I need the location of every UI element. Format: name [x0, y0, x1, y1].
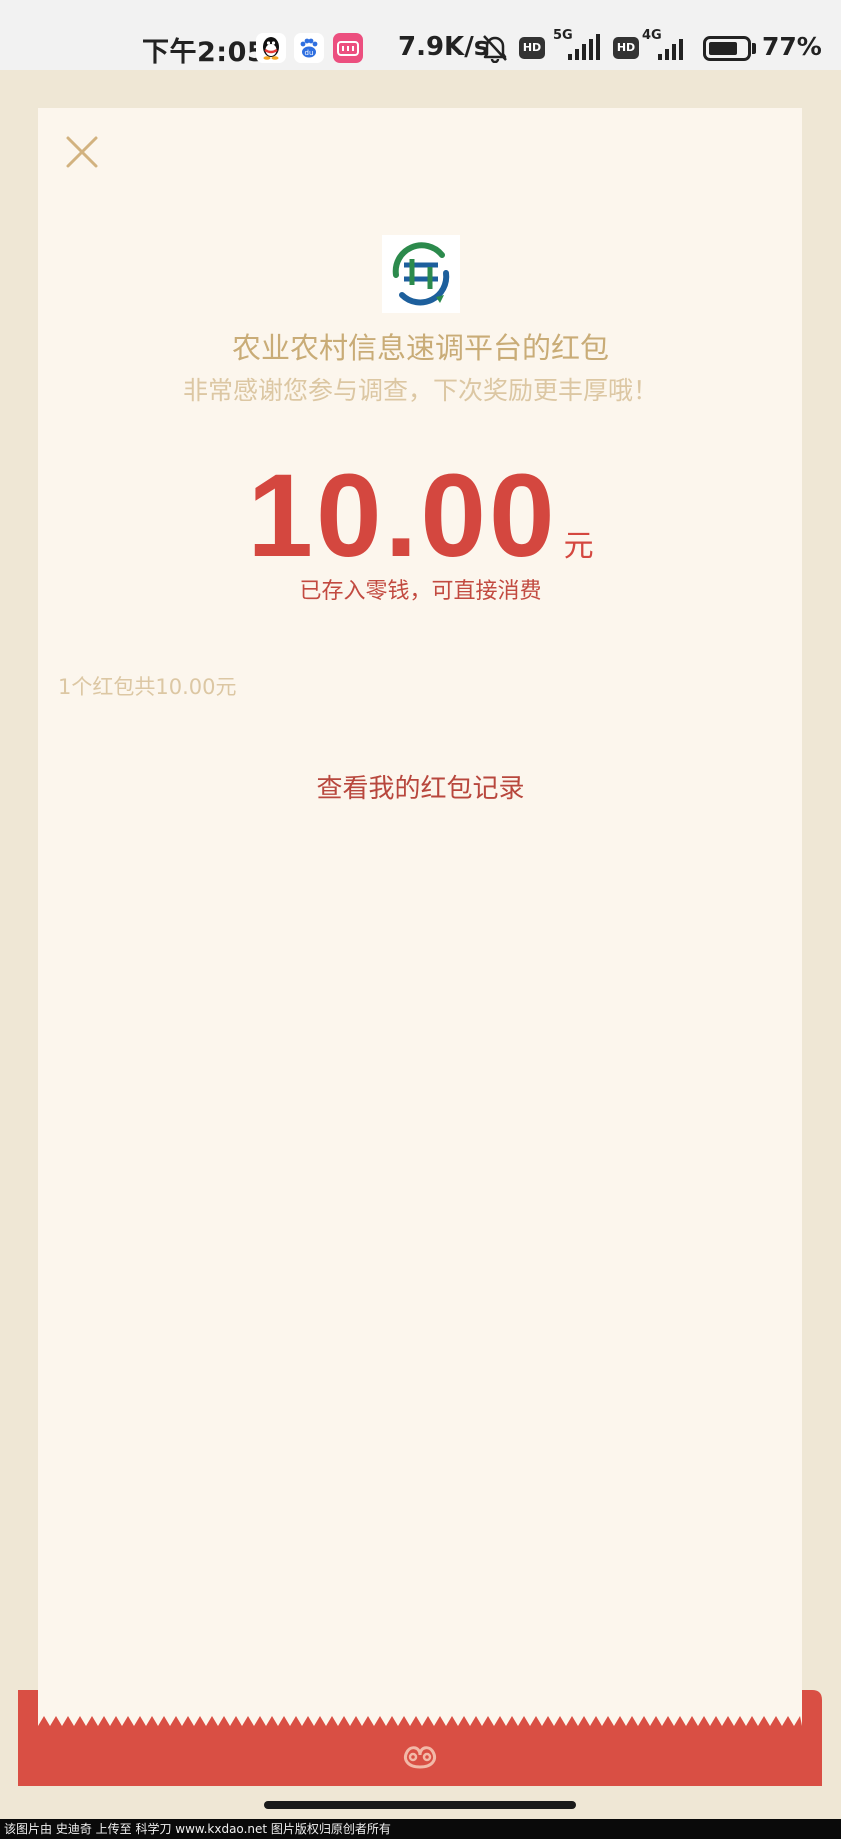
status-bar: 下午2:05 du 7.9K/s HD 5G HD 4G 77%	[0, 0, 841, 70]
hd-badge: HD	[519, 37, 545, 59]
bottom-red-strip	[18, 1690, 822, 1786]
stored-to-balance-note: 已存入零钱，可直接消费	[299, 579, 542, 604]
packet-summary: 1个红包共10.00元	[58, 675, 237, 699]
hd-badge: HD	[613, 37, 639, 59]
wechat-pay-logo-icon	[399, 1741, 441, 1771]
battery-percent: 77%	[762, 32, 822, 61]
amount-value: 10.00	[247, 450, 558, 582]
svg-text:du: du	[305, 49, 314, 57]
view-records-link[interactable]: 查看我的红包记录	[0, 768, 841, 805]
battery-icon	[703, 36, 751, 61]
baidu-icon: du	[294, 33, 324, 63]
signal-icon	[650, 34, 694, 62]
battery-tip	[752, 43, 756, 54]
signal-icon	[560, 34, 604, 62]
pink-app-icon	[333, 33, 363, 63]
platform-logo	[382, 235, 460, 313]
sender-message: 非常感谢您参与调查，下次奖励更丰厚哦！	[182, 376, 658, 405]
battery-fill	[709, 42, 737, 55]
status-time: 下午2:05	[142, 37, 267, 68]
qq-icon	[256, 33, 286, 63]
watermark: 该图片由 史迪奇 上传至 科学刀 www.kxdao.net 图片版权归原创者所…	[0, 1819, 841, 1839]
sender-title: 农业农村信息速调平台的红包	[231, 331, 609, 365]
amount-row: 10.00 元	[0, 448, 841, 584]
close-icon[interactable]	[64, 134, 100, 170]
network-speed: 7.9K/s	[398, 32, 490, 62]
gesture-bar[interactable]	[264, 1801, 576, 1809]
bell-muted-icon	[481, 33, 509, 64]
amount-unit: 元	[563, 529, 594, 564]
